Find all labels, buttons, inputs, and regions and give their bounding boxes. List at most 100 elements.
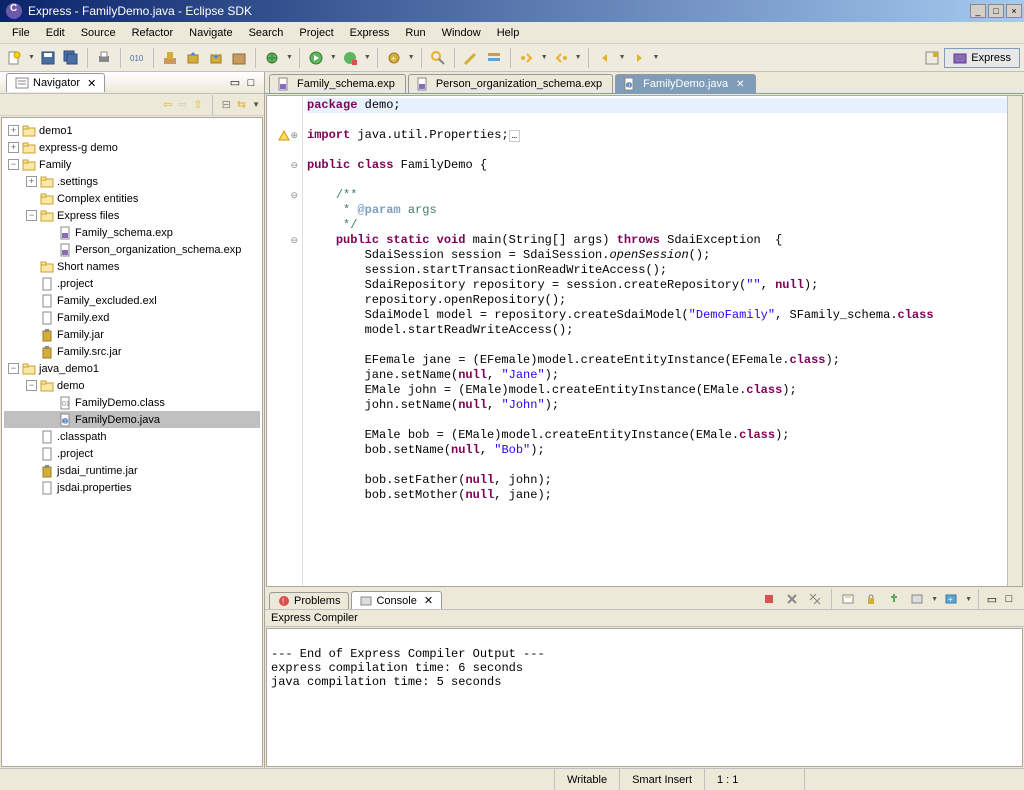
menu-navigate[interactable]: Navigate [181,24,240,42]
menu-window[interactable]: Window [434,24,489,42]
tree-label: .classpath [57,431,107,443]
tree-item[interactable]: 01FamilyDemo.class [4,394,260,411]
terminate-icon[interactable] [759,589,779,609]
menu-run[interactable]: Run [397,24,433,42]
editor-tab[interactable]: Family_schema.exp [269,74,406,93]
problems-tab-label: Problems [294,595,340,607]
problems-tab[interactable]: ! Problems [269,592,349,609]
collapse-all-icon[interactable]: ⊟ [222,98,231,111]
forward-button[interactable] [629,48,649,68]
code-editor[interactable]: package demo;import java.util.Properties… [303,96,1007,586]
tree-item[interactable]: JFamilyDemo.java [4,411,260,428]
tree-item[interactable]: Family_schema.exp [4,224,260,241]
navigator-tab[interactable]: Navigator ✕ [6,73,105,92]
editor-area[interactable]: ⊕ ⊖ ⊖ ⊖ package demo;import java.util.Pr… [266,95,1023,587]
import-button[interactable] [206,48,226,68]
tree-item[interactable]: Short names [4,258,260,275]
display-console-icon[interactable] [907,589,927,609]
run-last-button[interactable] [340,48,360,68]
jar-icon [40,328,54,342]
express-binary-icon[interactable]: 010 [127,48,147,68]
console-output[interactable]: --- End of Express Compiler Output --- e… [266,628,1023,767]
tree-item[interactable]: Family.jar [4,326,260,343]
nav-back-icon[interactable]: ⇦ [163,98,172,111]
menu-search[interactable]: Search [241,24,292,42]
run-button[interactable] [306,48,326,68]
tree-item[interactable]: +.settings [4,173,260,190]
tree-item[interactable]: +express-g demo [4,139,260,156]
close-icon[interactable]: ✕ [736,79,744,90]
next-annotation-button[interactable] [517,48,537,68]
minimize-console-icon[interactable]: ▭ [985,592,999,606]
prev-annotation-button[interactable] [551,48,571,68]
jar-icon [40,464,54,478]
nav-forward-icon[interactable]: ⇨ [178,98,187,111]
tree-item[interactable]: jsdai_runtime.jar [4,462,260,479]
maximize-view-icon[interactable]: □ [244,76,258,90]
view-menu-icon[interactable]: ▼ [252,100,260,109]
file-icon [40,430,54,444]
remove-all-icon[interactable] [805,589,825,609]
package-button[interactable] [229,48,249,68]
menu-express[interactable]: Express [342,24,398,42]
tree-item[interactable]: .project [4,445,260,462]
editor-scrollbar[interactable] [1007,96,1022,586]
perspective-express[interactable]: Express [944,48,1020,68]
tree-item[interactable]: −Family [4,156,260,173]
search-button[interactable] [428,48,448,68]
tree-item[interactable]: −java_demo1 [4,360,260,377]
editor-tab[interactable]: JFamilyDemo.java✕ [615,74,755,93]
close-button[interactable]: × [1006,4,1022,18]
print-button[interactable] [94,48,114,68]
new-type-button[interactable]: + [384,48,404,68]
editor-tabs: Family_schema.expPerson_organization_sch… [265,72,1024,94]
navigator-tree[interactable]: +demo1+express-g demo−Family+.settingsCo… [1,117,263,767]
tree-item[interactable]: −Express files [4,207,260,224]
menu-help[interactable]: Help [489,24,528,42]
tree-label: express-g demo [39,142,118,154]
remove-launch-icon[interactable] [782,589,802,609]
tree-item[interactable]: Complex entities [4,190,260,207]
open-perspective-button[interactable] [922,48,942,68]
maximize-console-icon[interactable]: □ [1002,592,1016,606]
file-icon [40,311,54,325]
toggle-mark-button[interactable] [461,48,481,68]
save-button[interactable] [38,48,58,68]
menu-project[interactable]: Project [291,24,341,42]
toggle-breadcrumb-button[interactable] [484,48,504,68]
java-icon: J [622,77,636,91]
tree-item[interactable]: jsdai.properties [4,479,260,496]
debug-button[interactable] [262,48,282,68]
console-tab[interactable]: Console ✕ [351,591,442,609]
link-editor-icon[interactable]: ⇆ [237,98,246,111]
tree-item[interactable]: Person_organization_schema.exp [4,241,260,258]
tree-item[interactable]: +demo1 [4,122,260,139]
maximize-button[interactable]: □ [988,4,1004,18]
build-button[interactable] [160,48,180,68]
pin-console-icon[interactable] [884,589,904,609]
new-button[interactable] [4,48,24,68]
menu-refactor[interactable]: Refactor [124,24,182,42]
tree-label: .project [57,448,93,460]
editor-tab[interactable]: Person_organization_schema.exp [408,74,613,93]
scroll-lock-icon[interactable] [861,589,881,609]
nav-up-icon[interactable]: ⇧ [193,98,202,111]
tree-item[interactable]: Family_excluded.exl [4,292,260,309]
export-button[interactable] [183,48,203,68]
save-all-button[interactable] [61,48,81,68]
minimize-button[interactable]: _ [970,4,986,18]
minimize-view-icon[interactable]: ▭ [228,76,242,90]
back-button[interactable] [595,48,615,68]
tree-item[interactable]: Family.exd [4,309,260,326]
menu-edit[interactable]: Edit [38,24,73,42]
tree-item[interactable]: .classpath [4,428,260,445]
menu-file[interactable]: File [4,24,38,42]
class-icon: 01 [58,396,72,410]
tree-item[interactable]: −demo [4,377,260,394]
clear-console-icon[interactable] [838,589,858,609]
open-console-icon[interactable]: + [941,589,961,609]
tree-item[interactable]: .project [4,275,260,292]
tree-label: FamilyDemo.class [75,397,165,409]
menu-source[interactable]: Source [73,24,124,42]
tree-item[interactable]: Family.src.jar [4,343,260,360]
